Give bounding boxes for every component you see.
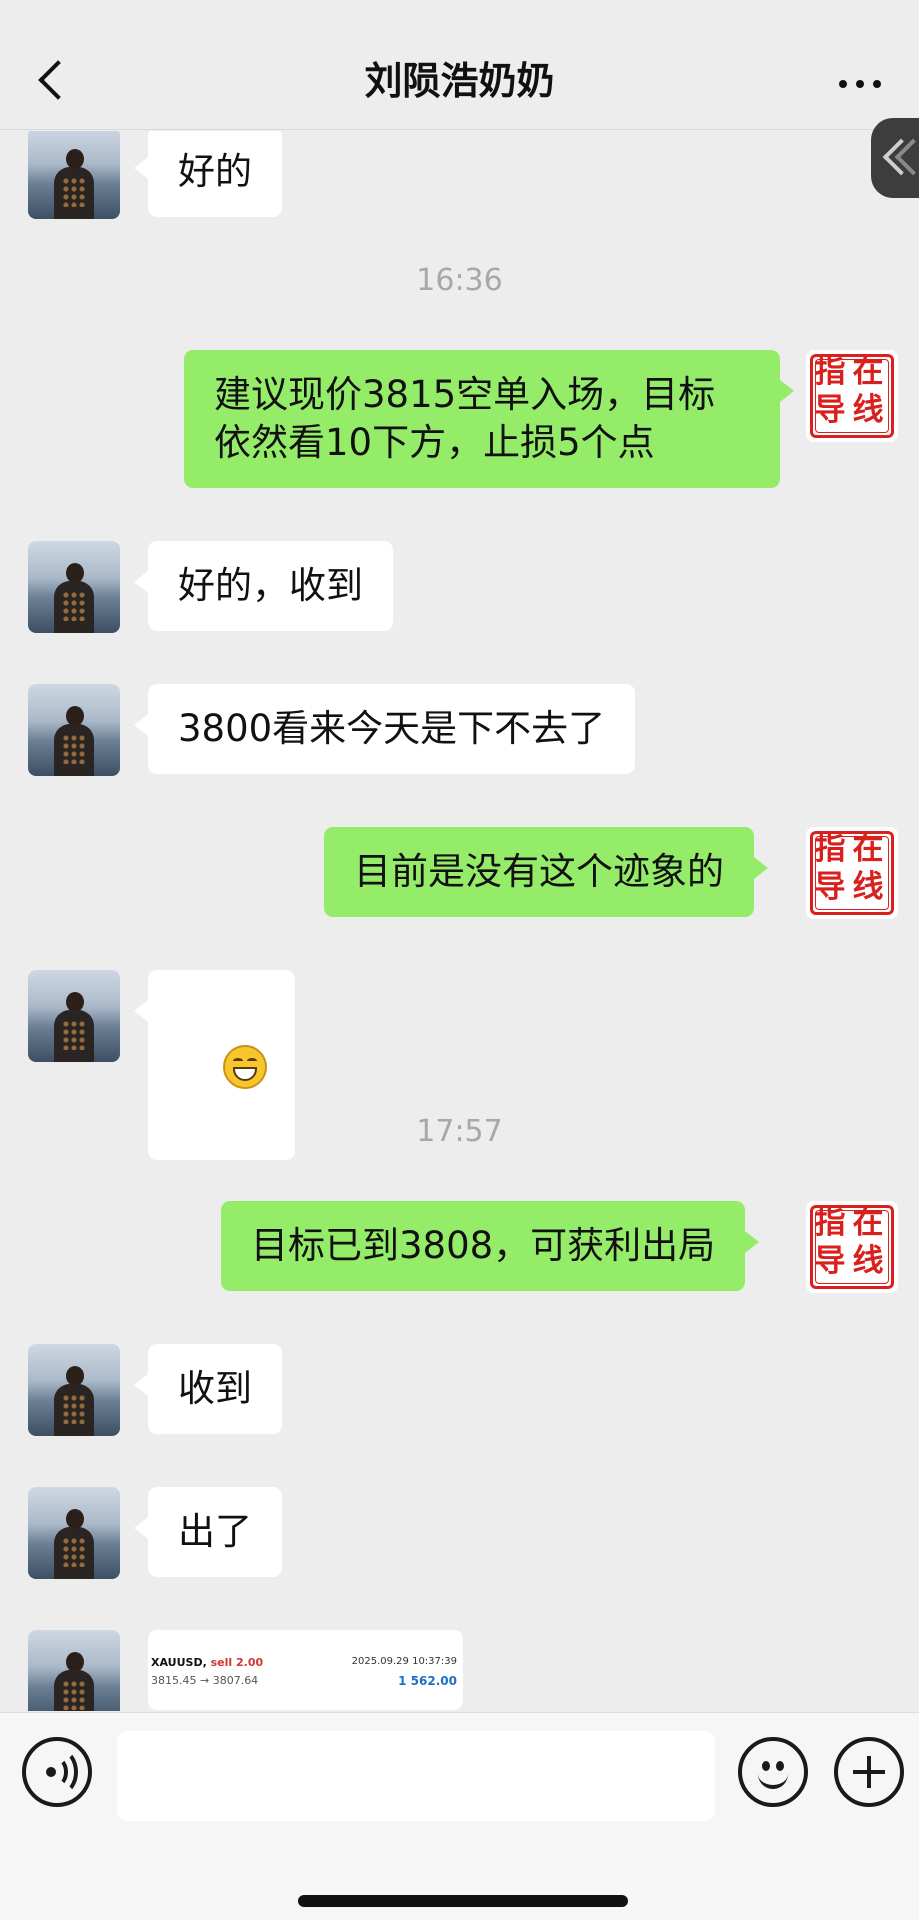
stamp-avatar[interactable]: 指 在 导 线 xyxy=(806,1201,898,1293)
contact-avatar[interactable] xyxy=(28,684,120,776)
stamp-char: 指 xyxy=(814,1205,846,1241)
stamp-char: 导 xyxy=(814,869,846,905)
incoming-message[interactable]: 好的 xyxy=(134,131,282,217)
stamp-char: 导 xyxy=(814,392,846,428)
stamp-char: 导 xyxy=(814,1243,846,1279)
message-input[interactable] xyxy=(117,1731,715,1821)
trade-profit: 1 562.00 xyxy=(398,1674,457,1688)
stamp-avatar[interactable]: 指 在 导 线 xyxy=(806,827,898,919)
home-indicator[interactable] xyxy=(298,1895,628,1907)
timestamp: 17:57 xyxy=(416,1114,503,1149)
contact-avatar[interactable] xyxy=(28,1344,120,1436)
trade-screenshot-image[interactable]: XAUUSD, sell 2.00 2025.09.29 10:37:39 38… xyxy=(148,1630,463,1710)
contact-avatar[interactable] xyxy=(28,131,120,219)
outgoing-message[interactable]: 目标已到3808，可获利出局 xyxy=(221,1201,760,1291)
stamp-char: 指 xyxy=(814,831,846,867)
stamp-avatar[interactable]: 指 在 导 线 xyxy=(806,350,898,442)
floating-collapse-handle[interactable] xyxy=(871,118,919,198)
stamp-char: 在 xyxy=(852,1205,884,1241)
chat-title: 刘陨浩奶奶 xyxy=(364,59,555,103)
contact-avatar[interactable] xyxy=(28,970,120,1062)
stamp-char: 线 xyxy=(852,392,884,428)
incoming-message[interactable]: 出了 xyxy=(134,1487,282,1577)
incoming-message[interactable]: 3800看来今天是下不去了 xyxy=(133,684,636,774)
chat-header: 刘陨浩奶奶 xyxy=(0,0,919,130)
more-options-icon[interactable] xyxy=(837,68,883,98)
stamp-char: 指 xyxy=(814,354,846,390)
grinning-face-icon xyxy=(223,1044,268,1089)
incoming-message[interactable]: 收到 xyxy=(134,1344,282,1434)
contact-avatar[interactable] xyxy=(28,541,120,633)
incoming-message[interactable]: 好的，收到 xyxy=(134,541,393,631)
outgoing-message[interactable]: 建议现价3815空单入场，目标依然看10下方，止损5个点 xyxy=(184,350,794,488)
outgoing-message[interactable]: 目前是没有这个迹象的 xyxy=(324,827,768,917)
input-toolbar xyxy=(0,1712,919,1920)
trade-datetime: 2025.09.29 10:37:39 xyxy=(351,1656,457,1667)
stamp-char: 线 xyxy=(852,869,884,905)
message-list[interactable]: 好的 16:36 建议现价3815空单入场，目标依然看10下方，止损5个点 指 … xyxy=(0,131,919,1711)
voice-icon[interactable] xyxy=(22,1737,92,1807)
trade-symbol: XAUUSD, sell 2.00 xyxy=(151,1656,264,1669)
stamp-char: 在 xyxy=(852,354,884,390)
stamp-char: 在 xyxy=(852,831,884,867)
trade-prices: 3815.45 → 3807.64 xyxy=(151,1674,259,1687)
emoji-face-icon[interactable] xyxy=(738,1737,808,1807)
plus-icon[interactable] xyxy=(834,1737,904,1807)
contact-avatar[interactable] xyxy=(28,1487,120,1579)
timestamp: 16:36 xyxy=(416,263,503,298)
contact-avatar[interactable] xyxy=(28,1630,120,1711)
stamp-char: 线 xyxy=(852,1243,884,1279)
